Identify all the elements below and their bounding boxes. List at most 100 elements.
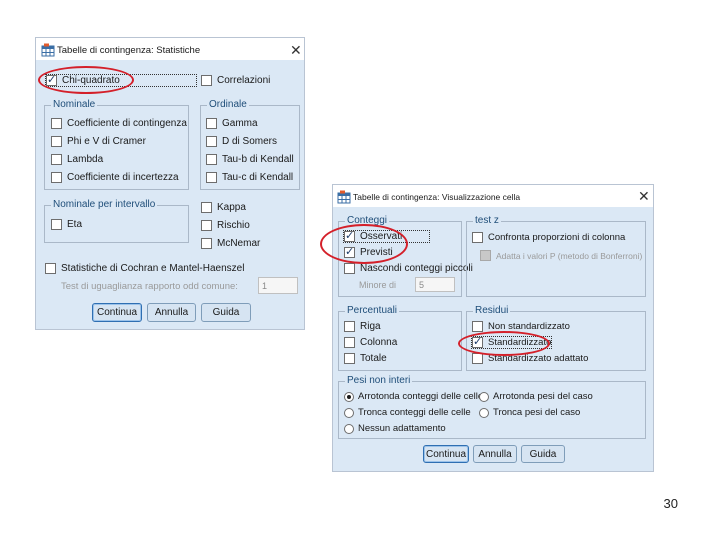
checkbox[interactable]	[472, 353, 483, 364]
gamma-checkbox[interactable]: Gamma	[206, 118, 258, 129]
checkbox[interactable]	[344, 263, 355, 274]
checkbox-checked[interactable]	[344, 245, 355, 258]
radio[interactable]	[479, 407, 489, 418]
minore-input[interactable]: 5	[415, 277, 455, 292]
radio-label: Tronca conteggi delle celle	[358, 407, 471, 418]
radio-label: Nessun adattamento	[358, 423, 446, 434]
pesi-non-interi-group: Pesi non interi Arrotonda conteggi delle…	[338, 375, 646, 439]
checkbox[interactable]	[206, 154, 217, 165]
tronca-conteggi-radio[interactable]: Tronca conteggi delle celle	[344, 407, 471, 418]
adatta-checkbox: Adatta i valori P (metodo di Bonferroni)	[480, 250, 642, 261]
d-somers-checkbox[interactable]: D di Somers	[206, 136, 277, 147]
tau-b-checkbox[interactable]: Tau-b di Kendall	[206, 154, 294, 165]
continua-button[interactable]: Continua	[92, 303, 142, 322]
checkbox[interactable]	[51, 118, 62, 129]
continua-button[interactable]: Continua	[423, 445, 469, 463]
checkbox-label: Riga	[360, 321, 381, 332]
test-z-group: test z Confronta proporzioni di colonna …	[466, 215, 646, 297]
checkbox-disabled	[480, 250, 491, 261]
odd-test-label: Test di uguaglianza rapporto odd comune:	[61, 281, 238, 292]
conteggi-group: Conteggi Osservati Previsti Nascondi con…	[338, 215, 473, 297]
kappa-checkbox[interactable]: Kappa	[201, 202, 246, 213]
chi-quadrato-label: Chi-quadrato	[62, 75, 120, 86]
confronta-checkbox[interactable]: Confronta proporzioni di colonna	[472, 232, 625, 243]
checkbox[interactable]	[344, 353, 355, 364]
checkbox-label: McNemar	[217, 238, 261, 249]
checkbox[interactable]	[472, 232, 483, 243]
standardizzato-adattato-checkbox[interactable]: Standardizzato adattato	[472, 353, 588, 364]
checkbox[interactable]	[201, 220, 212, 231]
annulla-button[interactable]: Annulla	[147, 303, 196, 322]
pesi-legend: Pesi non interi	[345, 375, 413, 386]
checkbox-checked[interactable]	[472, 335, 483, 348]
arrotonda-conteggi-radio[interactable]: Arrotonda conteggi delle celle	[344, 391, 483, 402]
checkbox[interactable]	[344, 337, 355, 348]
odd-test-input[interactable]: 1	[258, 277, 298, 294]
checkbox-label: Lambda	[67, 154, 104, 165]
cochran-checkbox[interactable]: Statistiche di Cochran e Mantel-Haenszel	[45, 263, 244, 274]
checkbox[interactable]	[206, 172, 217, 183]
osservati-checkbox[interactable]: Osservati	[343, 229, 430, 243]
radio[interactable]	[479, 391, 489, 402]
statistiche-titlebar: Tabelle di contingenza: Statistiche ✕	[36, 38, 304, 60]
radio-label: Tronca pesi del caso	[493, 407, 581, 418]
checkbox[interactable]	[201, 202, 212, 213]
nascondi-checkbox[interactable]: Nascondi conteggi piccoli	[344, 263, 473, 274]
totale-checkbox[interactable]: Totale	[344, 353, 387, 364]
checkbox[interactable]	[51, 154, 62, 165]
tronca-pesi-radio[interactable]: Tronca pesi del caso	[479, 407, 580, 418]
checkbox[interactable]	[45, 263, 56, 274]
test-z-legend: test z	[473, 215, 501, 226]
residui-legend: Residui	[473, 305, 511, 316]
checkbox-label: Statistiche di Cochran e Mantel-Haenszel	[61, 263, 245, 274]
checkbox-label: Gamma	[222, 118, 258, 129]
arrotonda-pesi-radio[interactable]: Arrotonda pesi del caso	[479, 391, 593, 402]
percentuali-group: Percentuali Riga Colonna Totale	[338, 305, 462, 371]
checkbox-checked[interactable]	[46, 73, 57, 86]
chi-quadrato-checkbox[interactable]: Chi-quadrato	[45, 73, 197, 87]
nessun-adattamento-radio[interactable]: Nessun adattamento	[344, 423, 446, 434]
checkbox-label: Osservati	[360, 231, 403, 242]
coefficiente-contingenza-checkbox[interactable]: Coefficiente di contingenza	[51, 118, 187, 129]
nominale-legend: Nominale	[51, 99, 98, 110]
checkbox[interactable]	[51, 219, 62, 230]
checkbox-label: Phi e V di Cramer	[67, 136, 146, 147]
standardizzato-checkbox[interactable]: Standardizzato	[470, 335, 553, 349]
checkbox[interactable]	[344, 321, 355, 332]
statistiche-body: Chi-quadrato Correlazioni Nominale Coeff…	[36, 60, 304, 329]
correlazioni-checkbox[interactable]: Correlazioni	[201, 75, 270, 86]
checkbox[interactable]	[206, 136, 217, 147]
colonna-checkbox[interactable]: Colonna	[344, 337, 397, 348]
radio[interactable]	[344, 423, 354, 434]
radio-label: Arrotonda pesi del caso	[493, 391, 593, 402]
checkbox-checked[interactable]	[344, 229, 355, 242]
mcnemar-checkbox[interactable]: McNemar	[201, 238, 260, 249]
checkbox[interactable]	[201, 238, 212, 249]
close-icon[interactable]: ✕	[290, 43, 302, 57]
checkbox[interactable]	[472, 321, 483, 332]
close-icon[interactable]: ✕	[638, 189, 650, 203]
guida-button[interactable]: Guida	[201, 303, 251, 322]
visualizzazione-cella-dialog: Tabelle di contingenza: Visualizzazione …	[332, 184, 654, 472]
statistiche-title: Tabelle di contingenza: Statistiche	[57, 45, 201, 56]
checkbox-label: Totale	[360, 353, 387, 364]
eta-checkbox[interactable]: Eta	[51, 219, 82, 230]
previsti-checkbox[interactable]: Previsti	[344, 245, 393, 258]
checkbox-label: Coefficiente di contingenza	[67, 118, 187, 129]
checkbox-label: Colonna	[360, 337, 398, 348]
non-standardizzato-checkbox[interactable]: Non standardizzato	[472, 321, 570, 332]
riga-checkbox[interactable]: Riga	[344, 321, 381, 332]
checkbox[interactable]	[51, 172, 62, 183]
checkbox[interactable]	[206, 118, 217, 129]
coefficiente-incertezza-checkbox[interactable]: Coefficiente di incertezza	[51, 172, 179, 183]
annulla-button[interactable]: Annulla	[473, 445, 517, 463]
checkbox[interactable]	[201, 75, 212, 86]
tau-c-checkbox[interactable]: Tau-c di Kendall	[206, 172, 293, 183]
checkbox[interactable]	[51, 136, 62, 147]
phi-cramer-checkbox[interactable]: Phi e V di Cramer	[51, 136, 146, 147]
radio[interactable]	[344, 407, 354, 418]
rischio-checkbox[interactable]: Rischio	[201, 220, 250, 231]
guida-button[interactable]: Guida	[521, 445, 565, 463]
radio-selected[interactable]	[344, 391, 354, 402]
lambda-checkbox[interactable]: Lambda	[51, 154, 103, 165]
